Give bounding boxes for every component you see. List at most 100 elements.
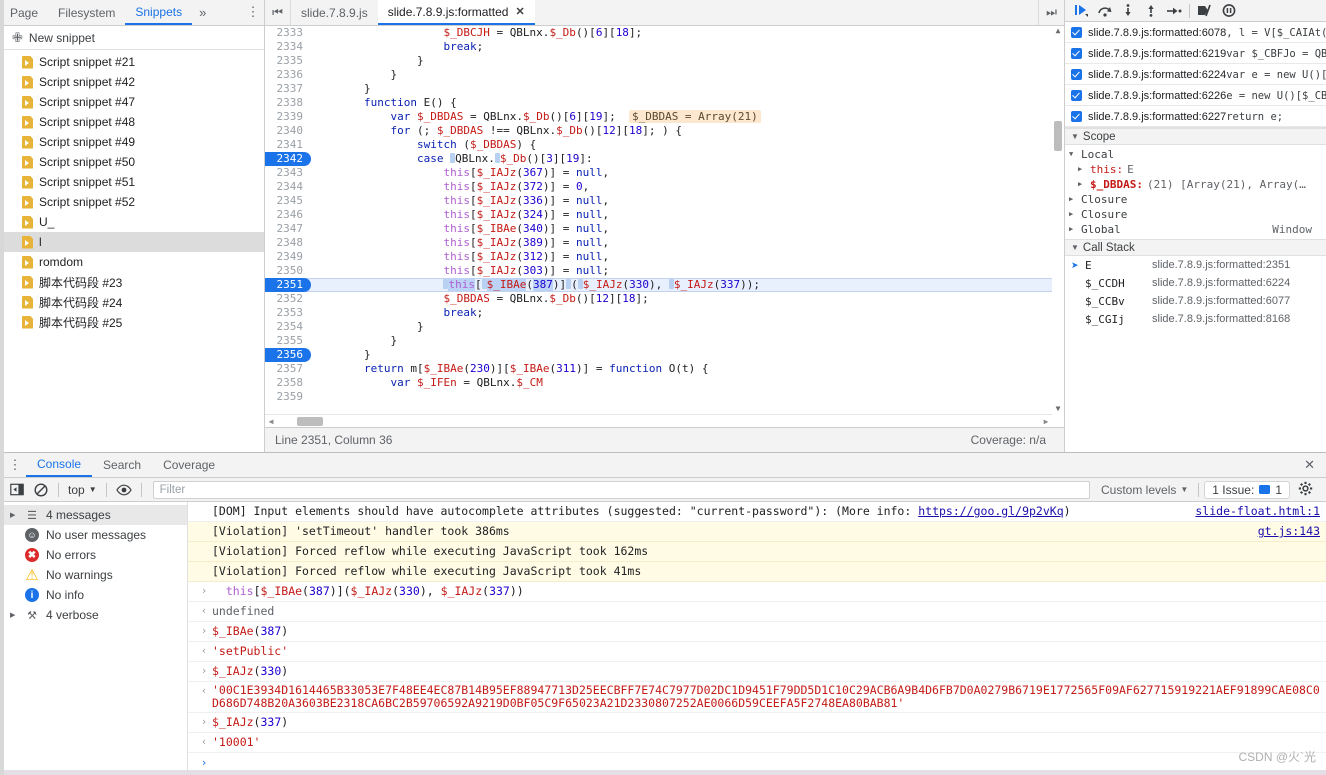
vertical-scroll-thumb[interactable] — [1054, 121, 1062, 151]
snippet-item[interactable]: Script snippet #21 — [0, 52, 264, 72]
code-line[interactable]: 2334 break; — [265, 40, 1052, 54]
console-message-input[interactable]: › $_IBAe(387) — [188, 622, 1326, 642]
line-number[interactable]: 2359 — [265, 390, 311, 404]
navigator-more-tabs-button[interactable]: » — [192, 0, 213, 25]
scope-row[interactable]: ▼ Local — [1065, 147, 1326, 162]
snippet-item[interactable]: Script snippet #52 — [0, 192, 264, 212]
console-sidebar-item[interactable]: ▶ ⚒ 4 verbose — [0, 605, 187, 625]
horizontal-scroll-thumb[interactable] — [297, 416, 323, 426]
more-vertical-icon[interactable]: ⋮ — [4, 458, 26, 472]
scope-row[interactable]: ▶ Global Window — [1065, 222, 1326, 237]
console-sidebar-item[interactable]: ☺ No user messages — [0, 525, 187, 545]
editor-tab-slide789js[interactable]: slide.7.8.9.js — [291, 0, 378, 25]
code-line[interactable]: 2357 return m[$_IBAe(230)][$_IBAe(311)] … — [265, 362, 1052, 376]
snippet-item[interactable]: l — [0, 232, 264, 252]
line-number[interactable]: 2352 — [265, 292, 311, 306]
new-snippet-button[interactable]: ✙ New snippet — [0, 26, 264, 50]
clear-console-icon[interactable] — [29, 479, 53, 501]
step-over-next-function-call-icon[interactable] — [1093, 1, 1116, 21]
context-selector[interactable]: top ▼ — [64, 483, 101, 497]
breakpoint-item[interactable]: slide.7.8.9.js:formatted:6078, l = V[$_C… — [1065, 22, 1326, 43]
step-icon[interactable] — [1162, 1, 1185, 21]
console-sidebar-item[interactable]: ▶ ☰ 4 messages — [0, 505, 187, 525]
message-source-link[interactable]: gt.js:143 — [1246, 524, 1320, 538]
line-number[interactable]: 2333 — [265, 26, 311, 40]
line-number[interactable]: 2355 — [265, 334, 311, 348]
chevron-right-icon[interactable]: ▶ — [1069, 222, 1077, 237]
issues-button[interactable]: 1 Issue: 1 — [1204, 480, 1290, 499]
resume-script-execution-icon[interactable] — [1070, 1, 1093, 21]
show-console-sidebar-icon[interactable] — [5, 479, 29, 501]
line-number[interactable]: 2339 — [265, 110, 311, 124]
code-line[interactable]: 2339 var $_DBDAS = QBLnx.$_Db()[6][19]; … — [265, 110, 1052, 124]
more-vertical-icon[interactable]: ⋮ — [242, 0, 264, 25]
call-stack-row[interactable]: $_CGIj slide.7.8.9.js:formatted:8168 — [1065, 310, 1326, 328]
snippet-item[interactable]: Script snippet #42 — [0, 72, 264, 92]
breakpoint-checkbox[interactable] — [1071, 48, 1082, 59]
console-message-input[interactable]: › $_IAJz(337) — [188, 713, 1326, 733]
code-line[interactable]: 2333 $_DBCJH = QBLnx.$_Db()[6][18]; — [265, 26, 1052, 40]
code-line[interactable]: 2350 this[$_IAJz(303)] = null; — [265, 264, 1052, 278]
line-number[interactable]: 2346 — [265, 208, 311, 222]
tab-coverage[interactable]: Coverage — [152, 453, 226, 477]
chevron-down-icon[interactable]: ▼ — [1069, 147, 1077, 162]
line-number[interactable]: 2354 — [265, 320, 311, 334]
call-stack-row[interactable]: $_CCDH slide.7.8.9.js:formatted:6224 — [1065, 274, 1326, 292]
log-levels-selector[interactable]: Custom levels ▼ — [1096, 483, 1193, 497]
code-line[interactable]: 2359 — [265, 390, 1052, 404]
step-into-next-function-call-icon[interactable] — [1116, 1, 1139, 21]
chevron-right-icon[interactable]: ▶ — [1078, 162, 1086, 177]
code-line[interactable]: 2340 for (; $_DBDAS !== QBLnx.$_Db()[12]… — [265, 124, 1052, 138]
code-line[interactable]: 2355 } — [265, 334, 1052, 348]
step-out-of-current-function-icon[interactable] — [1139, 1, 1162, 21]
editor-tab-slide789js-formatted[interactable]: slide.7.8.9.js:formatted ✕ — [377, 0, 535, 25]
snippet-item[interactable]: Script snippet #48 — [0, 112, 264, 132]
tab-console[interactable]: Console — [26, 453, 93, 477]
callstack-section-header[interactable]: ▼ Call Stack — [1065, 239, 1326, 256]
line-number[interactable]: 2348 — [265, 236, 311, 250]
code-line[interactable]: 2342 case QBLnx. $_Db()[3][19]: — [265, 152, 1052, 166]
console-sidebar-item[interactable]: ✖ No errors — [0, 545, 187, 565]
scope-row[interactable]: ▶ Closure — [1065, 207, 1326, 222]
snippet-item[interactable]: Script snippet #49 — [0, 132, 264, 152]
scope-row[interactable]: ▶ $_DBDAS: (21) [Array(21), Array(… — [1065, 177, 1326, 192]
line-number[interactable]: 2338 — [265, 96, 311, 110]
scope-row[interactable]: ▶ this: E — [1065, 162, 1326, 177]
line-number[interactable]: 2335 — [265, 54, 311, 68]
code-line[interactable]: 2356 } — [265, 348, 1052, 362]
create-live-expression-icon[interactable] — [112, 479, 136, 501]
breakpoint-item[interactable]: slide.7.8.9.js:formatted:6224var e = new… — [1065, 64, 1326, 85]
line-number[interactable]: 2358 — [265, 376, 311, 390]
code-line[interactable]: 2353 break; — [265, 306, 1052, 320]
snippet-item[interactable]: romdom — [0, 252, 264, 272]
call-stack-row[interactable]: ➤ Eslide.7.8.9.js:formatted:2351 — [1065, 256, 1326, 274]
snippet-item[interactable]: Script snippet #50 — [0, 152, 264, 172]
code-line[interactable]: 2358 var $_IFEn = QBLnx.$_CM — [265, 376, 1052, 390]
line-number[interactable]: 2344 — [265, 180, 311, 194]
line-number[interactable]: 2351 — [265, 278, 311, 292]
breakpoint-item[interactable]: slide.7.8.9.js:formatted:6226e = new U()… — [1065, 85, 1326, 106]
breakpoint-item[interactable]: slide.7.8.9.js:formatted:6219var $_CBFJo… — [1065, 43, 1326, 64]
code-line[interactable]: 2346 this[$_IAJz(324)] = null, — [265, 208, 1052, 222]
console-sidebar-item[interactable]: i No info — [0, 585, 187, 605]
scroll-tabs-left-icon[interactable]: ⏮ — [265, 0, 291, 25]
chevron-right-icon[interactable]: ▶ — [10, 511, 18, 519]
call-stack-row[interactable]: $_CCBv slide.7.8.9.js:formatted:6077 — [1065, 292, 1326, 310]
code-line[interactable]: 2338 function E() { — [265, 96, 1052, 110]
code-line[interactable]: 2343 this[$_IAJz(367)] = null, — [265, 166, 1052, 180]
gear-icon[interactable] — [1290, 481, 1321, 499]
console-message-input[interactable]: › $_IAJz(330) — [188, 662, 1326, 682]
code-line[interactable]: 2348 this[$_IAJz(389)] = null, — [265, 236, 1052, 250]
line-number[interactable]: 2350 — [265, 264, 311, 278]
navigator-tab-filesystem[interactable]: Filesystem — [48, 0, 125, 25]
breakpoint-checkbox[interactable] — [1071, 90, 1082, 101]
filter-input[interactable]: Filter — [152, 480, 1090, 499]
snippet-item[interactable]: 脚本代码段 #24 — [0, 292, 264, 312]
console-sidebar-item[interactable]: ⚠ No warnings — [0, 565, 187, 585]
message-link[interactable]: https://goo.gl/9p2vKq — [918, 504, 1063, 518]
breakpoint-checkbox[interactable] — [1071, 27, 1082, 38]
code-line[interactable]: 2349 this[$_IAJz(312)] = null, — [265, 250, 1052, 264]
code-line[interactable]: 2354 } — [265, 320, 1052, 334]
breakpoint-checkbox[interactable] — [1071, 69, 1082, 80]
close-drawer-icon[interactable]: ✕ — [1293, 457, 1326, 473]
